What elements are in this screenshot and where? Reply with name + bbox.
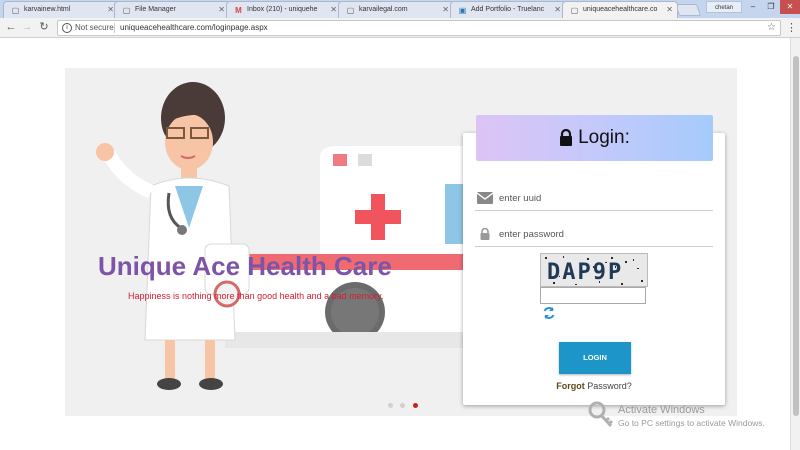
lock-icon xyxy=(560,129,573,147)
uuid-input[interactable] xyxy=(499,189,699,207)
page-icon: ▢ xyxy=(570,6,579,15)
captcha-input[interactable] xyxy=(540,287,646,304)
forgot-bold-text: Forgot xyxy=(556,381,585,391)
tab-label: File Manager xyxy=(135,6,176,13)
envelope-icon xyxy=(477,192,493,204)
close-icon[interactable]: ✕ xyxy=(107,5,114,14)
tab-label: Inbox (210) - uniquehe xyxy=(247,6,318,13)
close-icon[interactable]: ✕ xyxy=(330,5,337,14)
tab-file-manager[interactable]: ▢ File Manager ✕ xyxy=(114,1,230,18)
address-bar[interactable]: i Not secure uniqueacehealthcare.com/log… xyxy=(57,20,781,36)
url-text[interactable]: uniqueacehealthcare.com/loginpage.aspx xyxy=(120,21,268,35)
divider xyxy=(114,23,115,33)
forgot-rest-text: Password? xyxy=(584,381,632,391)
star-icon[interactable]: ☆ xyxy=(767,21,776,35)
close-icon[interactable]: ✕ xyxy=(666,5,673,14)
ambulance-illustration xyxy=(225,146,463,348)
page-icon: ▢ xyxy=(122,6,131,15)
close-icon[interactable]: ✕ xyxy=(554,5,561,14)
activate-subtitle: Go to PC settings to activate Windows. xyxy=(618,418,765,428)
carousel-dot[interactable] xyxy=(388,403,393,408)
close-icon[interactable]: ✕ xyxy=(442,5,449,14)
scroll-thumb[interactable] xyxy=(793,56,799,416)
tab-strip: ▢ karvainew.html ✕ ▢ File Manager ✕ M In… xyxy=(0,0,800,18)
minimize-icon[interactable]: – xyxy=(744,0,762,14)
tab-karvailegal[interactable]: ▢ karvailegal.com ✕ xyxy=(338,1,454,18)
tab-label: karvainew.html xyxy=(24,6,71,13)
monitor-icon: ▣ xyxy=(458,6,467,15)
password-input[interactable] xyxy=(499,225,699,243)
close-icon[interactable]: ✕ xyxy=(218,5,225,14)
tab-karvainew[interactable]: ▢ karvainew.html ✕ xyxy=(3,1,119,18)
browser-toolbar: ← → ↻ i Not secure uniqueacehealthcare.c… xyxy=(0,18,800,38)
page-icon: ▢ xyxy=(11,6,20,15)
login-header: Login: xyxy=(476,115,713,161)
captcha-image: DAP9P xyxy=(540,253,648,287)
tab-inbox[interactable]: M Inbox (210) - uniquehe ✕ xyxy=(226,1,342,18)
tab-add-portfolio[interactable]: ▣ Add Portfolio - Truelanc ✕ xyxy=(450,1,566,18)
key-icon xyxy=(588,401,614,428)
restore-icon[interactable]: ❐ xyxy=(762,0,780,14)
page-icon: ▢ xyxy=(346,6,355,15)
hero-tagline: Happiness is nothing more than good heal… xyxy=(128,291,384,301)
tab-uniqueace[interactable]: ▢ uniqueacehealthcare.co ✕ xyxy=(562,1,678,18)
forgot-password-link[interactable]: Forgot Password? xyxy=(463,381,725,391)
tab-label: uniqueacehealthcare.co xyxy=(583,6,658,13)
forward-icon[interactable]: → xyxy=(20,20,34,34)
page-scrollbar[interactable] xyxy=(790,38,800,450)
captcha-text: DAP9P xyxy=(547,260,624,285)
back-icon[interactable]: ← xyxy=(4,20,18,34)
uuid-field xyxy=(475,187,713,211)
carousel-indicators xyxy=(388,395,421,413)
hero-title: Unique Ace Health Care xyxy=(98,251,392,281)
login-card: Login: enter uuid DAP9P LOGIN Forgot Pas… xyxy=(463,115,725,405)
carousel-dot[interactable] xyxy=(400,403,406,408)
login-button[interactable]: LOGIN xyxy=(559,342,631,374)
tab-label: karvailegal.com xyxy=(359,6,408,13)
profile-button[interactable]: chetan xyxy=(706,1,742,13)
security-label: Not secure xyxy=(75,23,114,32)
lock-icon xyxy=(480,228,490,240)
login-heading: Login: xyxy=(578,127,630,148)
tab-label: Add Portfolio - Truelanc xyxy=(471,6,545,13)
reload-icon[interactable]: ↻ xyxy=(37,20,51,34)
activate-title: Activate Windows xyxy=(618,404,705,416)
page-viewport: Unique Ace Health Care Happiness is noth… xyxy=(0,38,790,450)
new-tab-button[interactable] xyxy=(674,4,702,16)
refresh-icon[interactable] xyxy=(542,306,556,320)
window-close-icon[interactable]: ✕ xyxy=(780,0,800,14)
gmail-icon: M xyxy=(235,6,242,15)
menu-icon[interactable]: ⋮ xyxy=(786,21,797,34)
carousel-dot-active[interactable] xyxy=(412,403,418,408)
info-icon[interactable]: i xyxy=(62,23,72,33)
password-field xyxy=(475,223,713,247)
